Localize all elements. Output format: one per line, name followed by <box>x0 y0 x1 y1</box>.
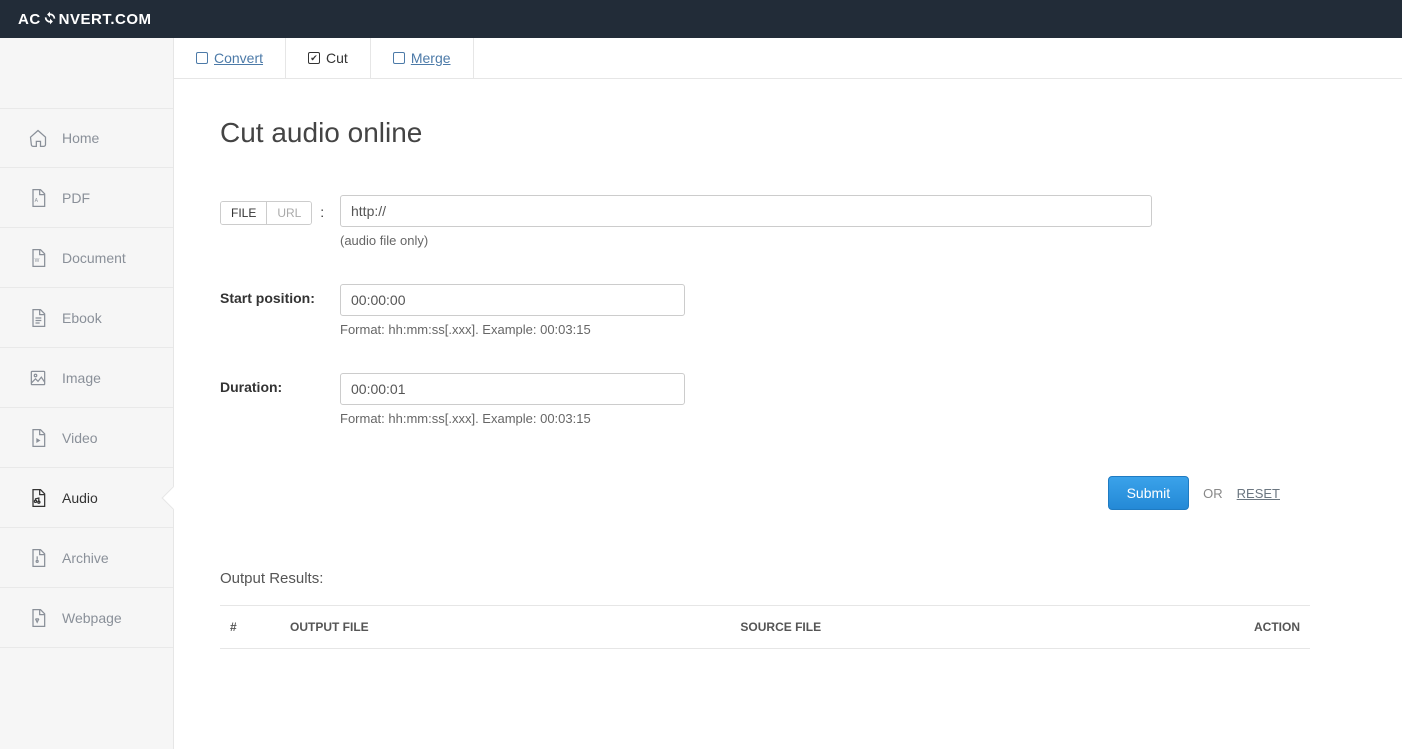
submit-button[interactable]: Submit <box>1108 476 1190 510</box>
sidebar: Home A PDF W Document Ebook Image <box>0 38 174 749</box>
colon: : <box>320 204 324 220</box>
pdf-icon: A <box>28 188 48 208</box>
duration-hint: Format: hh:mm:ss[.xxx]. Example: 00:03:1… <box>340 411 685 426</box>
tabs: Convert Cut Merge <box>174 38 1402 79</box>
archive-icon <box>28 548 48 568</box>
document-icon: W <box>28 248 48 268</box>
sidebar-item-label: Video <box>62 430 98 446</box>
col-output: OUTPUT FILE <box>280 606 730 649</box>
image-icon <box>28 368 48 388</box>
source-hint: (audio file only) <box>340 233 1152 248</box>
duration-label: Duration: <box>220 373 340 395</box>
duration-input[interactable] <box>340 373 685 405</box>
results-title: Output Results: <box>220 570 1356 587</box>
start-position-label: Start position: <box>220 284 340 306</box>
sidebar-item-home[interactable]: Home <box>0 108 173 168</box>
actions-row: Submit OR RESET <box>220 476 1320 510</box>
sidebar-item-audio[interactable]: Audio <box>0 468 173 528</box>
sidebar-item-label: Archive <box>62 550 109 566</box>
file-toggle-button[interactable]: FILE <box>221 202 266 224</box>
url-input[interactable] <box>340 195 1152 227</box>
sidebar-item-label: PDF <box>62 190 90 206</box>
tab-label: Convert <box>214 50 263 66</box>
video-icon <box>28 428 48 448</box>
sidebar-item-label: Image <box>62 370 101 386</box>
sidebar-item-label: Audio <box>62 490 98 506</box>
sidebar-item-label: Home <box>62 130 99 146</box>
sidebar-item-label: Ebook <box>62 310 102 326</box>
svg-text:W: W <box>35 258 40 264</box>
audio-icon <box>28 488 48 508</box>
svg-text:A: A <box>35 198 39 204</box>
home-icon <box>28 128 48 148</box>
brand-pre: AC <box>18 11 41 28</box>
sidebar-item-video[interactable]: Video <box>0 408 173 468</box>
swap-icon <box>43 11 57 28</box>
checkbox-icon <box>393 52 405 64</box>
sidebar-item-ebook[interactable]: Ebook <box>0 288 173 348</box>
reset-link[interactable]: RESET <box>1237 486 1280 501</box>
sidebar-item-label: Webpage <box>62 610 122 626</box>
webpage-icon <box>28 608 48 628</box>
col-source: SOURCE FILE <box>730 606 1190 649</box>
checkbox-checked-icon <box>308 52 320 64</box>
source-toggle: FILE URL <box>220 201 312 225</box>
start-hint: Format: hh:mm:ss[.xxx]. Example: 00:03:1… <box>340 322 685 337</box>
tab-merge[interactable]: Merge <box>371 38 474 78</box>
sidebar-item-archive[interactable]: Archive <box>0 528 173 588</box>
checkbox-icon <box>196 52 208 64</box>
sidebar-item-image[interactable]: Image <box>0 348 173 408</box>
col-num: # <box>220 606 280 649</box>
sidebar-item-label: Document <box>62 250 126 266</box>
tab-label: Cut <box>326 50 348 66</box>
results-table: # OUTPUT FILE SOURCE FILE ACTION <box>220 605 1310 649</box>
main: Convert Cut Merge Cut audio online FILE … <box>174 38 1402 749</box>
source-label-cell: FILE URL : <box>220 195 340 225</box>
sidebar-item-document[interactable]: W Document <box>0 228 173 288</box>
or-text: OR <box>1203 486 1223 501</box>
tab-cut[interactable]: Cut <box>286 38 371 78</box>
page-title: Cut audio online <box>220 117 1356 149</box>
col-action: ACTION <box>1190 606 1310 649</box>
ebook-icon <box>28 308 48 328</box>
tab-convert[interactable]: Convert <box>174 38 286 78</box>
brand-post: NVERT.COM <box>59 11 152 28</box>
topbar: AC NVERT.COM <box>0 0 1402 38</box>
url-toggle-button[interactable]: URL <box>266 202 311 224</box>
sidebar-item-webpage[interactable]: Webpage <box>0 588 173 648</box>
sidebar-item-pdf[interactable]: A PDF <box>0 168 173 228</box>
start-position-input[interactable] <box>340 284 685 316</box>
tab-label: Merge <box>411 50 451 66</box>
